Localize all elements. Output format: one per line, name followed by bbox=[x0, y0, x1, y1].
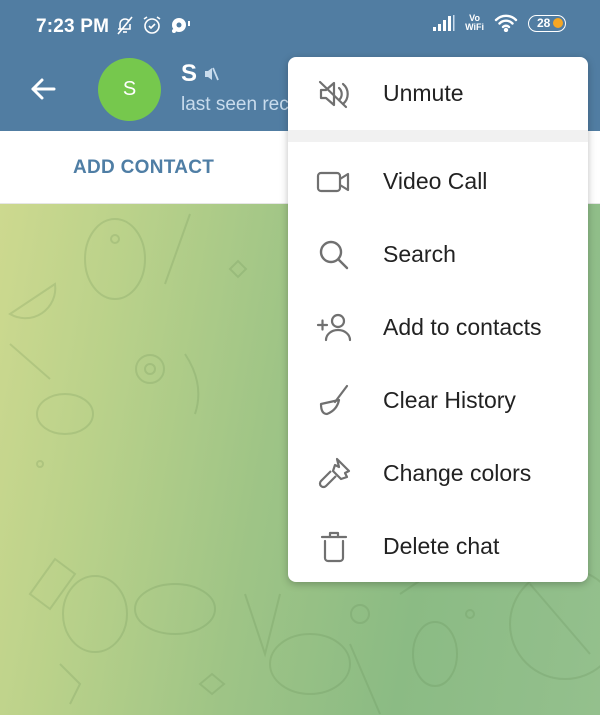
bell-off-icon bbox=[117, 16, 133, 35]
menu-item-label: Delete chat bbox=[383, 533, 500, 559]
paint-brush-icon bbox=[316, 456, 352, 492]
menu-item-label: Add to contacts bbox=[383, 314, 542, 340]
muted-icon bbox=[205, 67, 219, 81]
vowifi-indicator: Vo WiFi bbox=[465, 13, 484, 32]
menu-item-label: Video Call bbox=[383, 168, 488, 194]
video-call-icon bbox=[316, 164, 352, 200]
status-bar: 7:23 PM Vo WiFi 28 bbox=[0, 0, 600, 56]
menu-item-search[interactable]: Search bbox=[288, 218, 588, 291]
menu-item-label: Change colors bbox=[383, 460, 532, 486]
battery-indicator: 28 bbox=[528, 14, 566, 32]
status-time: 7:23 PM bbox=[36, 16, 110, 37]
clear-history-icon bbox=[316, 383, 352, 419]
signal-icon bbox=[433, 15, 455, 31]
menu-item-delete-chat[interactable]: Delete chat bbox=[288, 510, 588, 582]
chat-options-menu: Unmute Video Call Search Add to contacts bbox=[288, 57, 588, 582]
battery-level-dot bbox=[553, 17, 563, 28]
trash-icon bbox=[316, 529, 352, 565]
menu-item-label: Search bbox=[383, 241, 456, 267]
status-right-icons: Vo WiFi 28 bbox=[433, 14, 566, 32]
alarm-icon bbox=[143, 16, 161, 34]
add-contact-button[interactable]: ADD CONTACT bbox=[73, 157, 214, 179]
menu-item-unmute[interactable]: Unmute bbox=[288, 57, 588, 130]
chat-bubble-icon bbox=[172, 18, 190, 33]
status-left-icons bbox=[116, 15, 192, 35]
menu-item-clear-history[interactable]: Clear History bbox=[288, 364, 588, 437]
menu-item-change-colors[interactable]: Change colors bbox=[288, 437, 588, 510]
unmute-icon bbox=[316, 76, 352, 112]
avatar[interactable]: S bbox=[98, 58, 161, 121]
add-contact-icon bbox=[316, 310, 352, 346]
back-arrow-icon[interactable] bbox=[28, 74, 58, 104]
search-icon bbox=[316, 237, 352, 273]
menu-separator bbox=[288, 130, 588, 142]
wifi-icon bbox=[494, 14, 518, 32]
menu-item-label: Clear History bbox=[383, 387, 516, 413]
menu-item-add-to-contacts[interactable]: Add to contacts bbox=[288, 291, 588, 364]
chat-title[interactable]: S bbox=[181, 60, 219, 88]
menu-item-label: Unmute bbox=[383, 80, 464, 106]
menu-item-video-call[interactable]: Video Call bbox=[288, 145, 588, 218]
